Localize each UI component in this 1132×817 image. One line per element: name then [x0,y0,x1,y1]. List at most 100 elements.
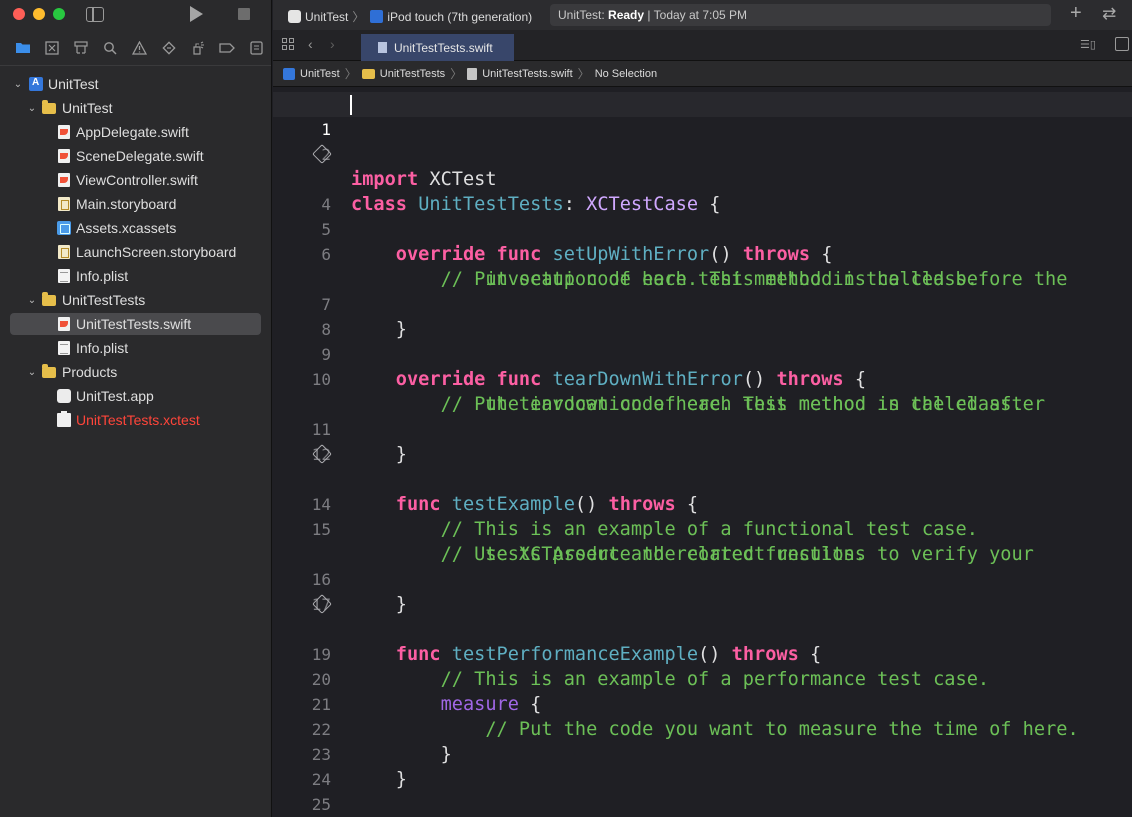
code-line[interactable]: 22 } [273,692,1132,765]
code-line[interactable]: 26 [273,792,1132,817]
tree-row-file[interactable]: Main.storyboard [0,192,271,216]
editor-options-icon[interactable]: ☰▯ [1080,38,1098,51]
code-line[interactable]: 25 } [273,767,1132,814]
main-editor-area: UnitTest 〉 iPod touch (7th generation) U… [273,0,1132,817]
code-review-toggle-icon[interactable]: ⇄ [1102,4,1116,24]
code-line[interactable]: 4 [273,167,1132,214]
swift-file-icon [58,173,70,187]
text-caret [350,95,352,115]
swift-file-icon [58,149,70,163]
code-line[interactable]: 7 } [273,267,1132,340]
code-line[interactable]: 9 override func tearDownWithError() thro… [273,317,1132,390]
back-chevron-icon[interactable]: ‹ [308,36,313,52]
breadcrumb-project[interactable]: UnitTest [300,68,340,80]
tree-row-group-products[interactable]: ⌄ Products [0,360,271,384]
project-navigator-folder-icon[interactable] [8,36,37,60]
tree-row-group-unittesttests[interactable]: ⌄ UnitTestTests [0,288,271,312]
code-line[interactable]: 14 // This is an example of a functional… [273,467,1132,540]
code-line[interactable]: 15 // Use XCTAssert and related function… [273,492,1132,565]
zoom-window-button[interactable] [53,8,65,20]
tree-label: Info.plist [76,268,129,284]
minimize-window-button[interactable] [33,8,45,20]
tree-row-project[interactable]: ⌄ UnitTest [0,72,271,96]
code-line[interactable]: 5 override func setUpWithError() throws … [273,192,1132,265]
related-items-grid-icon[interactable] [282,38,296,51]
navigator-selector-bar [0,30,271,66]
debug-navigator-spray-icon[interactable] [183,36,212,60]
close-window-button[interactable] [13,8,25,20]
code-line[interactable]: 21 // Put the code you want to measure t… [273,667,1132,740]
swift-file-icon [467,67,478,80]
tree-row-file[interactable]: Info.plist [0,264,271,288]
code-line[interactable]: func testPerformanceExample() throws { [273,592,1132,665]
source-control-navigator-icon[interactable] [37,36,66,60]
sidebar-toggle-icon[interactable] [86,7,104,22]
report-navigator-icon[interactable] [242,36,271,60]
forward-chevron-icon[interactable]: › [330,36,335,52]
source-editor[interactable]: 1 import XCTest 2 class UnitTestTests: X… [273,92,1132,817]
status-state: Ready [608,8,645,22]
code-line[interactable]: 2 [273,117,1132,164]
file-tree: ⌄ UnitTest ⌄ UnitTest AppDelegate.swift … [0,66,271,432]
code-line[interactable]: 8 [273,292,1132,339]
code-line[interactable]: 23 } [273,717,1132,790]
code-line[interactable]: 16 } [273,542,1132,615]
code-line[interactable]: 17 [273,567,1132,614]
chevron-down-icon[interactable]: ⌄ [13,79,23,90]
code-line[interactable]: 19 // This is an example of a performanc… [273,617,1132,690]
find-navigator-search-icon[interactable] [96,36,125,60]
tree-label: Assets.xcassets [76,220,177,236]
tree-row-file[interactable]: Assets.xcassets [0,216,271,240]
breadcrumb-folder[interactable]: UnitTestTests [380,68,445,80]
folder-icon [42,292,56,306]
symbol-navigator-icon[interactable] [66,36,95,60]
tree-row-file[interactable]: ViewController.swift [0,168,271,192]
xcode-project-icon [283,67,295,80]
tree-row-group-unittest[interactable]: ⌄ UnitTest [0,96,271,120]
breadcrumb-file[interactable]: UnitTestTests.swift [482,68,572,80]
tree-row-file[interactable]: Info.plist [0,336,271,360]
tree-row-product[interactable]: UnitTest.app [0,384,271,408]
test-run-diamond-icon[interactable] [312,144,332,164]
run-button[interactable] [190,6,203,22]
library-plus-icon[interactable]: + [1070,2,1082,25]
tree-label-missing-product: UnitTestTests.xctest [76,412,200,428]
breakpoint-navigator-icon[interactable] [213,36,242,60]
code-line[interactable]: class UnitTestTests: XCTestCase { [273,142,1132,215]
breadcrumb-separator: 〉 [577,67,590,81]
code-line[interactable]: 1 import XCTest [273,92,1132,190]
tree-row-product[interactable]: UnitTestTests.xctest [0,408,271,432]
code-line[interactable]: 10 // Put teardown code here. This metho… [273,342,1132,415]
code-line[interactable]: 12 [273,417,1132,464]
storyboard-file-icon [58,245,70,259]
status-time: | Today at 7:05 PM [647,8,748,22]
test-run-diamond-icon[interactable] [312,444,332,464]
code-line[interactable]: 20 measure { [273,642,1132,715]
app-scheme-icon [288,10,301,23]
tree-row-file[interactable]: AppDelegate.swift [0,120,271,144]
tree-row-file[interactable]: SceneDelegate.swift [0,144,271,168]
code-line-wrap[interactable]: the invocation of each test method in th… [273,367,1132,415]
issue-navigator-warning-icon[interactable] [125,36,154,60]
code-line[interactable]: func testExample() throws { [273,442,1132,515]
stop-button[interactable] [238,8,250,20]
code-line-wrap[interactable]: tests produce the correct results. [273,517,1132,565]
test-run-diamond-icon[interactable] [312,594,332,614]
code-line[interactable]: 24 [273,742,1132,789]
chevron-down-icon[interactable]: ⌄ [27,295,37,306]
tree-row-file[interactable]: LaunchScreen.storyboard [0,240,271,264]
code-line[interactable]: 11 } [273,392,1132,465]
scheme-separator: 〉 [352,10,365,24]
breadcrumb-selection[interactable]: No Selection [595,68,657,80]
add-editor-split-icon[interactable] [1115,37,1129,51]
chevron-down-icon[interactable]: ⌄ [27,103,37,114]
window-toolbar: UnitTest 〉 iPod touch (7th generation) U… [273,0,1132,30]
code-line-wrap[interactable]: invocation of each test method in the cl… [273,242,1132,290]
tab-unittesttests-swift[interactable]: UnitTestTests.swift [361,34,514,61]
code-line[interactable]: 6 // Put setup code here. This method is… [273,217,1132,290]
tree-row-file-selected[interactable]: UnitTestTests.swift [0,312,271,336]
chevron-down-icon[interactable]: ⌄ [27,367,37,378]
storyboard-file-icon [58,197,70,211]
test-navigator-diamond-icon[interactable] [154,36,183,60]
scheme-selector[interactable]: UnitTest 〉 iPod touch (7th generation) [288,8,532,25]
